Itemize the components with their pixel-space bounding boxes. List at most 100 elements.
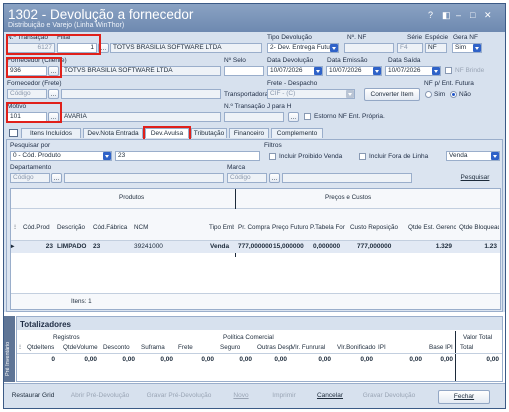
nf-label: Nº. NF	[347, 34, 367, 41]
marca-search-button[interactable]: ...	[269, 173, 280, 183]
col-qtde-est-gerencial[interactable]: Qtde Est. Gerencial	[408, 224, 456, 231]
cell-descricao: LIMPADO	[57, 243, 87, 250]
products-grid: Produtos Preços e Custos ⁝ Cód.Prod Desc…	[10, 188, 501, 310]
totalizadores-panel: Totalizadores Registros Política Comerci…	[16, 316, 503, 382]
filtros-label: Filtros	[264, 142, 282, 149]
nao-label: Não	[459, 91, 471, 98]
tipo-dev-select[interactable]: 2- Dev. Entrega Futur	[267, 43, 339, 53]
departamento-label: Departamento	[10, 164, 52, 171]
tab-dev-nota-entrada[interactable]: Dev.Nota Entrada	[83, 128, 143, 138]
chevron-down-icon[interactable]	[491, 152, 499, 160]
tot-col-suframa: Suframa	[141, 344, 165, 351]
cell-custo-reposicao: 777,000000	[357, 243, 392, 250]
tot-col-seguro: Seguro	[220, 344, 241, 351]
col-descricao[interactable]: Descrição	[57, 224, 85, 231]
gravar-devolucao-button[interactable]: Gravar Devolução	[356, 390, 422, 404]
col-preco-futuro[interactable]: Preço Futuro	[272, 224, 308, 231]
detach-icon[interactable]	[9, 129, 18, 137]
gravar-pre-devolucao-button[interactable]: Gravar Pré-Devolução	[140, 390, 218, 404]
selo-label: Nº Selo	[224, 57, 246, 64]
nf-brinde-checkbox[interactable]	[445, 67, 452, 74]
departamento-search-button[interactable]: ...	[51, 173, 62, 183]
cell-p-tabela-for: 0,000000	[313, 243, 341, 250]
fechar-button[interactable]: Fechar	[438, 390, 490, 404]
tot-ipi: 0,00	[409, 356, 422, 363]
cell-tipo-emb: Venda	[210, 243, 230, 250]
restore-layout-icon[interactable]: ◧	[442, 10, 451, 21]
calendar-dropdown-icon[interactable]	[432, 67, 440, 75]
marca-label: Marca	[227, 164, 246, 171]
tab-itens-incluidos[interactable]: Itens Incluídos	[21, 128, 81, 138]
maximize-icon[interactable]: □	[470, 10, 475, 20]
tab-complemento[interactable]: Complemento	[271, 128, 323, 138]
incluir-fora-linha-checkbox[interactable]	[359, 153, 366, 160]
tot-col-ipi: IPI	[378, 344, 386, 351]
chevron-down-icon[interactable]	[346, 90, 354, 98]
estorno-checkbox[interactable]	[304, 113, 311, 120]
tot-qtdeitens: 0	[51, 356, 55, 363]
nf-field[interactable]	[344, 43, 394, 53]
restaurar-grid-button[interactable]: Restaurar Grid	[7, 390, 59, 404]
col-pr-compra[interactable]: Pr. Compra	[238, 224, 270, 231]
tot-base-ipi: 0,00	[440, 356, 453, 363]
fornecedor-name-field: TOTVS BRASILIA SOFTWARE LTDA	[61, 66, 221, 76]
col-custo-reposicao[interactable]: Custo Reposição	[350, 224, 406, 231]
group-precos-custos: Preços e Custos	[325, 194, 372, 201]
data-dev-label: Data Devolução	[267, 57, 314, 64]
selo-field[interactable]	[224, 66, 264, 76]
data-emissao-label: Data Emissão	[327, 57, 368, 64]
tab-tributacao[interactable]: Tributação	[191, 128, 227, 138]
especie-label: Espécie	[425, 34, 449, 41]
nf-ent-futura-nao-radio[interactable]	[450, 91, 457, 98]
tab-financeiro[interactable]: Financeiro	[229, 128, 269, 138]
pre-inventario-sidebar[interactable]: Pré Inventário	[4, 316, 15, 382]
col-cod-prod[interactable]: Cód.Prod	[23, 224, 50, 231]
nf-ent-futura-sim-radio[interactable]	[425, 91, 432, 98]
imprimir-button[interactable]: Imprimir	[264, 390, 304, 404]
cell-ncm: 39241000	[134, 243, 163, 250]
calendar-dropdown-icon[interactable]	[373, 67, 381, 75]
dev-avulsa-panel: Pesquisar por 0 - Cód. Produto 23 Filtro…	[6, 139, 503, 312]
col-cod-fabrica[interactable]: Cód.Fábrica	[93, 224, 127, 231]
calendar-dropdown-icon[interactable]	[314, 67, 322, 75]
marca-field[interactable]: Código	[227, 173, 267, 183]
tot-total: 0,00	[486, 356, 499, 363]
cell-cod-fabrica: 23	[93, 243, 101, 250]
transportadora-label: Transportadora	[224, 91, 269, 98]
itens-count: Itens: 1	[71, 298, 92, 305]
totalizadores-title: Totalizadores	[20, 320, 71, 329]
fornecedor-frete-field[interactable]: Código	[7, 89, 47, 99]
table-row[interactable]: ▸ 23 LIMPADO 23 39241000 Venda 777,00000…	[11, 241, 500, 253]
pesquisar-input[interactable]: 23	[115, 151, 260, 161]
transacao-j-search-button[interactable]: ...	[288, 112, 299, 122]
col-ncm[interactable]: NCM	[134, 224, 148, 231]
col-p-tabela-for[interactable]: P.Tabela For	[310, 224, 347, 231]
highlight-fornecedor	[6, 57, 62, 78]
pesquisar-button[interactable]: Pesquisar	[451, 171, 499, 184]
novo-button[interactable]: Novo	[224, 390, 258, 404]
chevron-down-icon[interactable]	[473, 44, 481, 52]
pesquisar-por-select[interactable]: 0 - Cód. Produto	[10, 151, 112, 161]
fornecedor-frete-search-button[interactable]: ...	[48, 89, 59, 99]
tipo-dev-label: Tipo Devolução	[267, 34, 312, 41]
minimize-icon[interactable]: –	[456, 10, 461, 20]
tot-col-vlr-funrural: Vlr. Funrural	[291, 344, 326, 351]
abrir-pre-devolucao-button[interactable]: Abrir Pré-Devolução	[64, 390, 136, 404]
transacao-j-field[interactable]	[224, 112, 284, 122]
serie-field[interactable]: F4	[397, 43, 423, 53]
departamento-field[interactable]: Código	[10, 173, 50, 183]
col-tipo-emb[interactable]: Tipo Emb	[209, 224, 234, 231]
chevron-down-icon[interactable]	[103, 152, 111, 160]
cell-pr-compra: 777,000000	[238, 243, 273, 250]
cancelar-button[interactable]: Cancelar	[310, 390, 350, 404]
close-icon[interactable]: ✕	[484, 10, 492, 21]
frete-despacho-select[interactable]: CIF - (C)	[267, 89, 355, 99]
incluir-proibido-checkbox[interactable]	[269, 153, 276, 160]
form-area: N.º Transação 6127 Filial 1 ... TOTVS BR…	[4, 32, 505, 312]
footer-toolbar: Restaurar Grid Abrir Pré-Devolução Grava…	[4, 383, 505, 408]
col-qtde-bloqueada[interactable]: Qtde Bloqueada	[459, 224, 499, 231]
chevron-down-icon[interactable]	[330, 44, 338, 52]
especie-field[interactable]: NF	[425, 43, 447, 53]
converter-item-button[interactable]: Converter Item	[364, 88, 420, 101]
help-icon[interactable]: ?	[428, 10, 433, 20]
